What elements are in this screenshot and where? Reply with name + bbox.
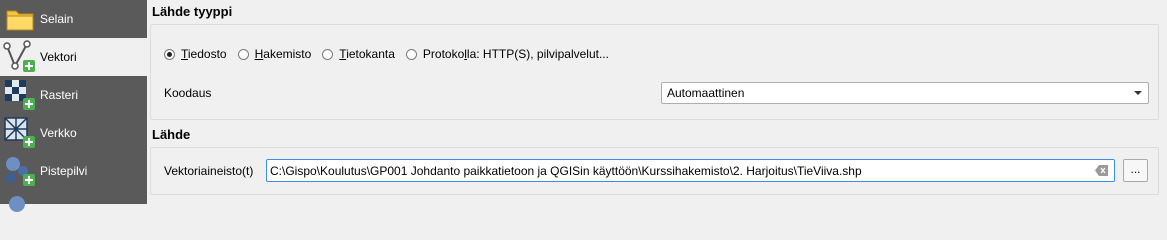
folder-icon <box>2 1 38 37</box>
encoding-value: Automaattinen <box>667 86 745 100</box>
radio-label: Hakemisto <box>254 47 312 61</box>
source-type-radios: Tiedosto Hakemisto Tietokanta Protokolla… <box>164 47 620 61</box>
mesh-add-icon <box>2 115 38 151</box>
raster-add-icon <box>2 77 38 113</box>
browse-button[interactable]: ... <box>1123 159 1148 182</box>
radio-label: Tiedosto <box>181 47 227 61</box>
radio-tietokanta[interactable]: Tietokanta <box>322 47 395 61</box>
radio-protokolla[interactable]: Protokolla: HTTP(S), pilvipalvelut... <box>405 47 609 61</box>
sidebar-item-label: Selain <box>40 12 74 26</box>
radio-indicator[interactable] <box>164 48 175 60</box>
encoding-select[interactable]: Automaattinen <box>661 82 1149 104</box>
vector-add-icon <box>2 39 38 75</box>
sidebar-item-label: Pistepilvi <box>40 164 88 178</box>
sidebar-item-more[interactable] <box>0 190 147 228</box>
radio-indicator[interactable] <box>237 48 249 60</box>
chevron-down-icon[interactable] <box>1134 91 1142 95</box>
sidebar-item-selain[interactable]: Selain <box>0 0 147 38</box>
radio-indicator[interactable] <box>405 48 417 60</box>
radio-tiedosto[interactable]: Tiedosto <box>164 47 227 61</box>
sidebar-item-label: Rasteri <box>40 88 79 102</box>
source-type-group <box>150 24 1159 120</box>
dataset-path-input[interactable]: C:\Gispo\Koulutus\GP001 Johdanto paikkat… <box>266 159 1115 182</box>
sidebar: Selain Vektori Rasteri Verkko Pistepilvi <box>0 0 147 212</box>
sidebar-item-verkko[interactable]: Verkko <box>0 114 147 152</box>
radio-indicator[interactable] <box>322 48 334 60</box>
radio-label: Tietokanta <box>339 47 395 61</box>
sidebar-item-vektori[interactable]: Vektori <box>0 38 147 76</box>
partial-icon <box>2 191 38 227</box>
sidebar-item-rasteri[interactable]: Rasteri <box>0 76 147 114</box>
clear-icon[interactable] <box>1095 165 1108 176</box>
source-type-title: Lähde tyyppi <box>152 4 233 19</box>
sidebar-item-label: Verkko <box>40 126 77 140</box>
main-panel: Lähde tyyppi Tiedosto Hakemisto Tietokan… <box>147 0 1167 204</box>
sidebar-item-pistepilvi[interactable]: Pistepilvi <box>0 152 147 190</box>
pointcloud-add-icon <box>2 153 38 189</box>
dataset-label: Vektoriaineisto(t) <box>164 164 254 178</box>
encoding-label: Koodaus <box>164 86 212 100</box>
source-title: Lähde <box>152 127 191 142</box>
radio-label: Protokolla: HTTP(S), pilvipalvelut... <box>422 47 609 61</box>
dataset-path-value: C:\Gispo\Koulutus\GP001 Johdanto paikkat… <box>270 163 862 178</box>
radio-hakemisto[interactable]: Hakemisto <box>237 47 312 61</box>
sidebar-item-label: Vektori <box>40 50 77 64</box>
